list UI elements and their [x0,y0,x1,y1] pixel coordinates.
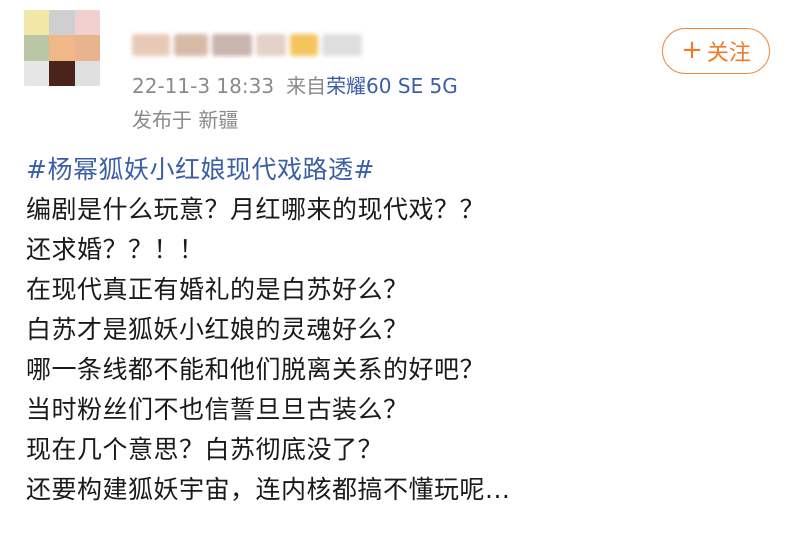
post-line: 哪一条线都不能和他们脱离关系的好吧？ [26,355,486,384]
post-location: 发布于 新疆 [132,108,239,132]
device-name[interactable]: 荣耀60 SE 5G [326,74,458,98]
avatar-pixel [74,10,100,36]
avatar-pixel [24,60,50,86]
avatar-pixel [49,60,75,86]
avatar-pixel [74,35,100,61]
post-line: 还要构建狐妖宇宙，连内核都搞不懂玩呢... [26,475,511,504]
source-prefix: 来自 [286,74,327,98]
follow-button[interactable]: + 关注 [662,28,770,74]
post-line: 在现代真正有婚礼的是白苏好么？ [26,275,409,304]
name-blur-block [290,34,318,56]
name-blur-block [256,34,286,56]
author-name-redacted[interactable] [132,30,432,60]
post-line: 白苏才是狐妖小红娘的灵魂好么？ [26,315,409,344]
name-blur-block [322,34,362,56]
name-blur-block [212,34,252,56]
name-blur-block [174,34,208,56]
post-meta: 22-11-3 18:33 来自荣耀60 SE 5G [132,70,458,99]
avatar-pixel [24,35,50,61]
plus-icon: + [681,35,703,65]
weibo-post: 22-11-3 18:33 来自荣耀60 SE 5G 发布于 新疆 + 关注 #杨… [0,0,800,558]
avatar-pixel [49,35,75,61]
post-time: 22-11-3 18:33 [132,74,275,98]
avatar[interactable] [24,10,100,86]
post-body: #杨幂狐妖小红娘现代戏路透# 编剧是什么玩意？月红哪来的现代戏？？ 还求婚？？！… [26,150,786,510]
hashtag-link[interactable]: #杨幂狐妖小红娘现代戏路透# [26,150,786,190]
post-line: 编剧是什么玩意？月红哪来的现代戏？？ [26,195,486,224]
avatar-pixel [74,60,100,86]
post-line: 当时粉丝们不也信誓旦旦古装么？ [26,395,409,424]
follow-button-label: 关注 [706,41,751,66]
avatar-pixel [49,10,75,36]
avatar-pixel [24,10,50,36]
name-blur-block [132,34,170,56]
post-line: 现在几个意思？白苏彻底没了？ [26,435,384,464]
post-line: 还求婚？？！！ [26,235,205,264]
